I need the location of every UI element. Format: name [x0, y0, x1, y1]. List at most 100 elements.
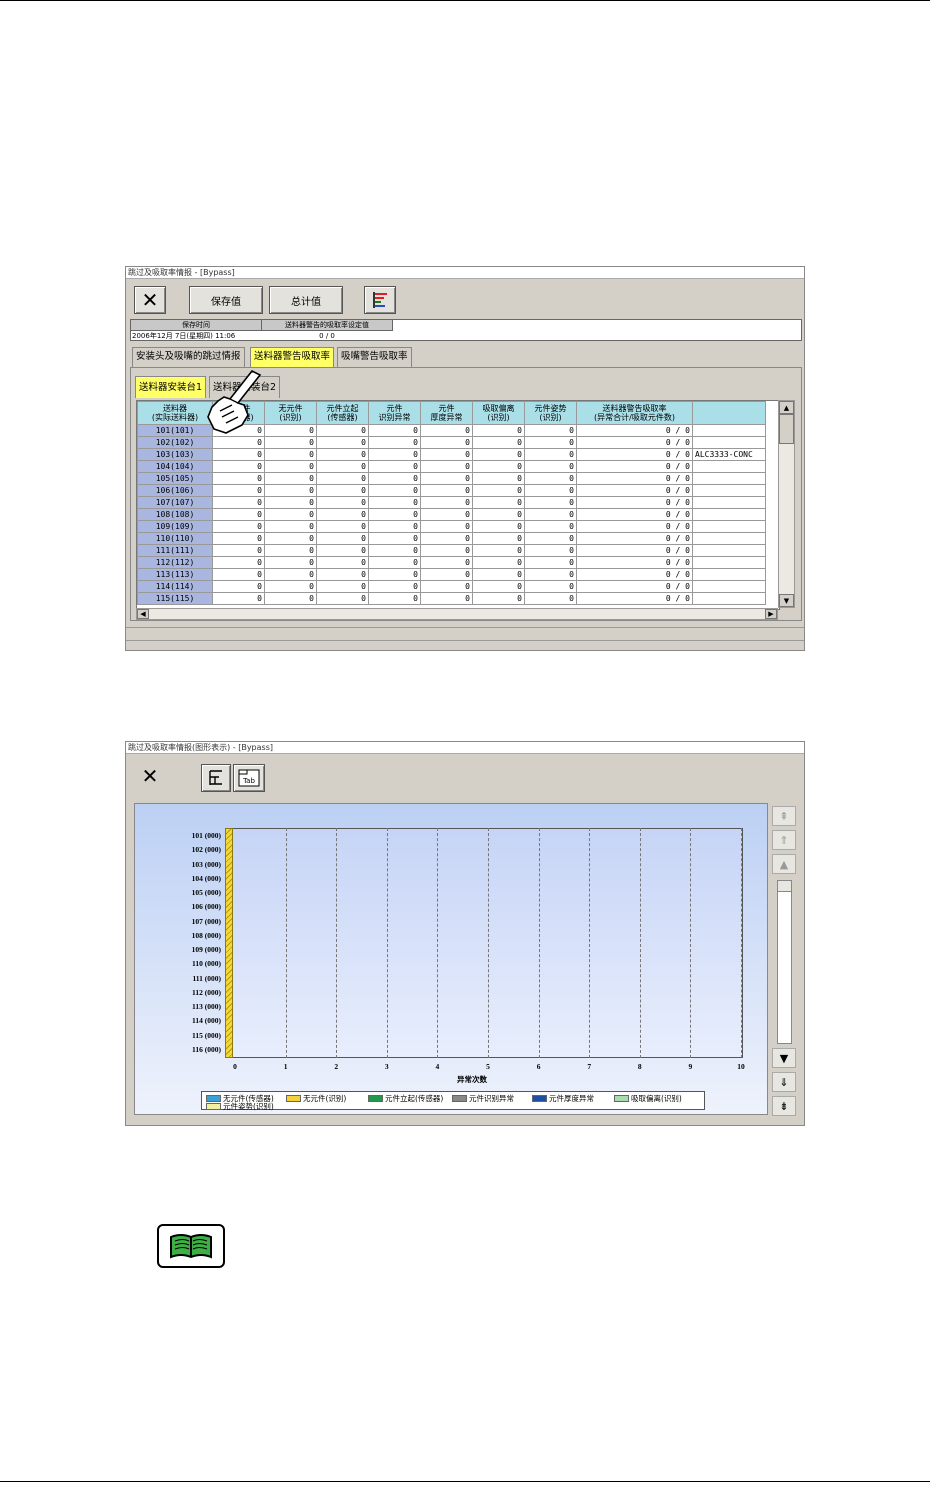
total-value-button[interactable]: 总计值	[269, 286, 343, 314]
table-cell[interactable]: 0	[524, 496, 577, 509]
table-cell[interactable]: 0	[264, 484, 317, 497]
tab-nozzle-warning[interactable]: 吸嘴警告吸取率	[337, 347, 412, 367]
table-cell[interactable]	[692, 508, 766, 521]
table-cell[interactable]: 0	[472, 484, 525, 497]
table-cell[interactable]: 0	[472, 556, 525, 569]
table-cell[interactable]: 0	[524, 568, 577, 581]
table-cell[interactable]: 0	[420, 520, 473, 533]
table-cell[interactable]: 0	[524, 472, 577, 485]
feeder-id-cell[interactable]: 102(102)	[137, 436, 213, 449]
table-cell[interactable]: 0	[264, 568, 317, 581]
table-cell[interactable]: 0	[212, 544, 265, 557]
table-cell[interactable]: 0	[524, 436, 577, 449]
tab-feeder-warning[interactable]: 送料器警告吸取率	[250, 347, 335, 367]
table-cell[interactable]: 0	[420, 532, 473, 545]
table-cell[interactable]: 0	[212, 484, 265, 497]
table-cell[interactable]: 0	[524, 520, 577, 533]
table-row[interactable]: 113(113) 0 0 0 0 0 0 0 0 / 0	[137, 568, 766, 581]
table-cell[interactable]: 0	[472, 472, 525, 485]
table-cell[interactable]: 0	[316, 592, 369, 605]
table-cell[interactable]: 0	[524, 556, 577, 569]
table-cell[interactable]: 0	[316, 436, 369, 449]
table-cell[interactable]: 0	[264, 460, 317, 473]
table-cell[interactable]: 0 / 0	[576, 592, 693, 605]
table-cell[interactable]: 0	[368, 424, 421, 437]
table-cell[interactable]	[692, 460, 766, 473]
table-cell[interactable]: 0	[368, 472, 421, 485]
table-cell[interactable]	[692, 532, 766, 545]
table-cell[interactable]	[692, 556, 766, 569]
table-cell[interactable]	[692, 436, 766, 449]
table-cell[interactable]: 0	[472, 568, 525, 581]
table-row[interactable]: 114(114) 0 0 0 0 0 0 0 0 / 0	[137, 580, 766, 593]
table-cell[interactable]: 0	[212, 472, 265, 485]
feeder-id-cell[interactable]: 108(108)	[137, 508, 213, 521]
table-cell[interactable]	[692, 484, 766, 497]
table-cell[interactable]: 0	[316, 484, 369, 497]
table-cell[interactable]: 0 / 0	[576, 556, 693, 569]
table-cell[interactable]: 0	[212, 568, 265, 581]
graph-view-button[interactable]	[364, 286, 396, 314]
table-cell[interactable]: 0	[472, 496, 525, 509]
table-cell[interactable]: 0	[212, 496, 265, 509]
table-row[interactable]: 103(103) 0 0 0 0 0 0 0 0 / 0 ALC3333-CONC	[137, 448, 766, 461]
subtab-feeder-table-1[interactable]: 送料器安装台1	[135, 376, 207, 398]
feeder-id-cell[interactable]: 112(112)	[137, 556, 213, 569]
feeder-id-cell[interactable]: 104(104)	[137, 460, 213, 473]
table-cell[interactable]: 0	[420, 580, 473, 593]
table-cell[interactable]: 0	[524, 484, 577, 497]
table-cell[interactable]: 0 / 0	[576, 568, 693, 581]
table-cell[interactable]: 0	[316, 424, 369, 437]
page-up-button[interactable]: ⇑	[772, 830, 796, 850]
graph-scroll-thumb[interactable]	[778, 881, 791, 892]
table-cell[interactable]: 0	[472, 424, 525, 437]
table-cell[interactable]: 0	[420, 436, 473, 449]
table-cell[interactable]	[692, 580, 766, 593]
table-cell[interactable]: 0	[212, 460, 265, 473]
feeder-id-cell[interactable]: 110(110)	[137, 532, 213, 545]
table-row[interactable]: 110(110) 0 0 0 0 0 0 0 0 / 0	[137, 532, 766, 545]
table-cell[interactable]: 0	[524, 460, 577, 473]
table-cell[interactable]: 0	[212, 556, 265, 569]
table-cell[interactable]: 0	[316, 532, 369, 545]
table-cell[interactable]: 0	[316, 472, 369, 485]
table-cell[interactable]: 0	[368, 580, 421, 593]
table-cell[interactable]: 0	[316, 568, 369, 581]
table-cell[interactable]: 0	[472, 508, 525, 521]
table-cell[interactable]: 0	[368, 508, 421, 521]
table-cell[interactable]: 0	[264, 508, 317, 521]
table-cell[interactable]: 0 / 0	[576, 484, 693, 497]
table-cell[interactable]: 0	[368, 592, 421, 605]
table-cell[interactable]: 0	[472, 448, 525, 461]
table-cell[interactable]: 0	[212, 448, 265, 461]
table-cell[interactable]: 0 / 0	[576, 496, 693, 509]
table-cell[interactable]: 0	[420, 544, 473, 557]
save-value-button[interactable]: 保存值	[189, 286, 263, 314]
table-cell[interactable]: 0	[420, 592, 473, 605]
table-cell[interactable]: 0	[264, 580, 317, 593]
table-cell[interactable]: 0	[472, 544, 525, 557]
scroll-up-icon-button[interactable]: ▲	[772, 854, 796, 874]
table-cell[interactable]: 0 / 0	[576, 532, 693, 545]
vertical-scrollbar[interactable]: ▲ ▼	[778, 400, 795, 608]
scroll-right-button[interactable]: ▶	[765, 609, 777, 619]
table-row[interactable]: 111(111) 0 0 0 0 0 0 0 0 / 0	[137, 544, 766, 557]
table-cell[interactable]: 0	[368, 436, 421, 449]
table-cell[interactable]: 0	[264, 544, 317, 557]
close-button[interactable]: ✕	[134, 286, 166, 314]
table-cell[interactable]: 0	[368, 448, 421, 461]
page-down-button[interactable]: ⇓	[772, 1072, 796, 1092]
scroll-up-button[interactable]: ▲	[779, 401, 794, 414]
table-cell[interactable]: 0	[524, 424, 577, 437]
tab-head-skip[interactable]: 安装头及吸嘴的跳过情报	[132, 347, 245, 367]
table-cell[interactable]: 0	[420, 484, 473, 497]
table-row[interactable]: 108(108) 0 0 0 0 0 0 0 0 / 0	[137, 508, 766, 521]
table-cell[interactable]	[692, 592, 766, 605]
table-row[interactable]: 109(109) 0 0 0 0 0 0 0 0 / 0	[137, 520, 766, 533]
feeder-id-cell[interactable]: 114(114)	[137, 580, 213, 593]
table-cell[interactable]: 0	[316, 544, 369, 557]
table-cell[interactable]: 0	[472, 592, 525, 605]
table-cell[interactable]: 0	[316, 520, 369, 533]
table-row[interactable]: 112(112) 0 0 0 0 0 0 0 0 / 0	[137, 556, 766, 569]
scroll-down-icon-button[interactable]: ▼	[772, 1048, 796, 1068]
